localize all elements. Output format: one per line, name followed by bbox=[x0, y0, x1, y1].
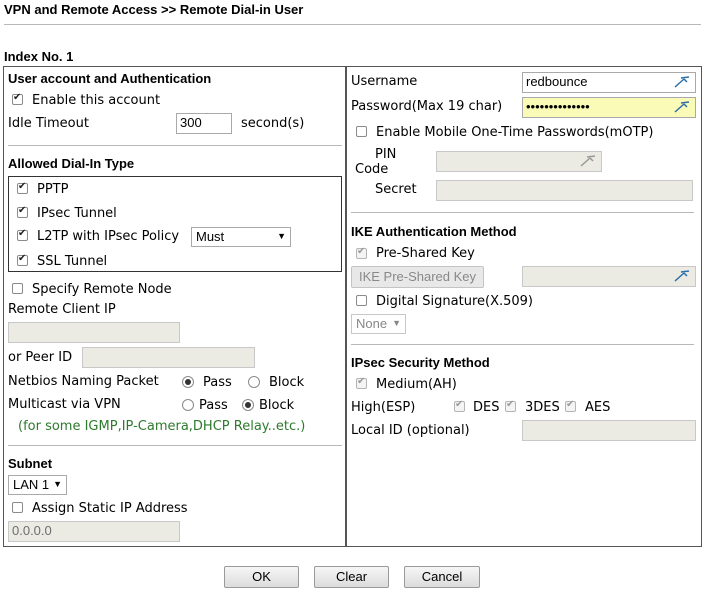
account-section-title: User account and Authentication bbox=[8, 71, 212, 86]
l2tp-policy-select[interactable]: Must ▼ bbox=[191, 227, 291, 247]
assign-static-label: Assign Static IP Address bbox=[32, 501, 188, 516]
index-label: Index No. 1 bbox=[4, 49, 74, 64]
local-id-label: Local ID (optional) bbox=[351, 423, 470, 438]
netbios-pass-label: Pass bbox=[203, 375, 232, 390]
key-icon[interactable] bbox=[674, 101, 690, 113]
enable-account-checkbox[interactable] bbox=[12, 92, 23, 105]
key-icon[interactable] bbox=[674, 76, 690, 88]
des-label: DES bbox=[473, 400, 500, 415]
page-title: VPN and Remote Access >> Remote Dial-in … bbox=[4, 2, 304, 17]
multicast-label: Multicast via VPN bbox=[8, 397, 121, 412]
remote-client-ip-label: Remote Client IP bbox=[8, 302, 116, 317]
multicast-block-radio[interactable] bbox=[242, 399, 254, 411]
digital-signature-checkbox[interactable] bbox=[356, 295, 367, 306]
username-value: redbounce bbox=[526, 74, 588, 89]
l2tp-policy-value: Must bbox=[196, 229, 225, 244]
ike-psk-button[interactable]: IKE Pre-Shared Key bbox=[351, 266, 484, 288]
key-icon bbox=[580, 155, 596, 167]
enable-account-label: Enable this account bbox=[32, 93, 161, 108]
pre-shared-key-label: Pre-Shared Key bbox=[376, 246, 475, 261]
username-label: Username bbox=[351, 74, 418, 89]
aes-label: AES bbox=[585, 400, 611, 415]
multicast-block-label: Block bbox=[259, 398, 295, 413]
multicast-note: (for some IGMP,IP-Camera,DHCP Relay..etc… bbox=[18, 419, 306, 434]
secret-input[interactable] bbox=[436, 180, 693, 201]
password-input[interactable]: •••••••••••••• bbox=[522, 97, 696, 118]
pin-label: PIN bbox=[375, 147, 397, 162]
netbios-pass-radio[interactable] bbox=[182, 376, 194, 388]
ok-button[interactable]: OK bbox=[224, 566, 299, 588]
password-value: •••••••••••••• bbox=[526, 99, 590, 114]
ssl-tunnel-label: SSL Tunnel bbox=[37, 254, 108, 269]
idle-timeout-input[interactable]: 300 bbox=[176, 113, 232, 134]
l2tp-label: L2TP with IPsec Policy bbox=[37, 229, 180, 244]
aes-checkbox[interactable] bbox=[565, 399, 576, 412]
specify-remote-node-checkbox[interactable] bbox=[12, 283, 23, 294]
left-divider-1 bbox=[8, 145, 342, 146]
subnet-select[interactable]: LAN 1 ▼ bbox=[8, 475, 67, 495]
motp-checkbox[interactable] bbox=[356, 126, 367, 137]
column-divider bbox=[345, 67, 347, 546]
idle-timeout-label: Idle Timeout bbox=[8, 116, 89, 131]
remote-client-ip-input[interactable] bbox=[8, 322, 180, 343]
netbios-label: Netbios Naming Packet bbox=[8, 374, 159, 389]
ike-section-title: IKE Authentication Method bbox=[351, 224, 517, 239]
pin-code-input[interactable] bbox=[436, 151, 602, 172]
peer-id-input[interactable] bbox=[82, 347, 255, 368]
digital-signature-label: Digital Signature(X.509) bbox=[376, 294, 534, 309]
title-divider bbox=[4, 24, 701, 25]
username-input[interactable]: redbounce bbox=[522, 72, 696, 93]
digital-signature-value: None bbox=[356, 316, 388, 331]
peer-id-label: or Peer ID bbox=[8, 350, 73, 365]
ipsec-tunnel-label: IPsec Tunnel bbox=[37, 206, 117, 221]
motp-label: Enable Mobile One-Time Passwords(mOTP) bbox=[376, 125, 654, 140]
clear-button[interactable]: Clear bbox=[314, 566, 389, 588]
3des-checkbox[interactable] bbox=[505, 399, 516, 412]
digital-signature-select[interactable]: None ▼ bbox=[351, 314, 406, 334]
idle-timeout-unit: second(s) bbox=[241, 116, 305, 131]
chevron-down-icon: ▼ bbox=[53, 479, 62, 489]
code-label: Code bbox=[355, 162, 389, 177]
secret-label: Secret bbox=[375, 182, 417, 197]
subnet-value: LAN 1 bbox=[13, 477, 50, 492]
3des-label: 3DES bbox=[525, 400, 560, 415]
medium-ah-label: Medium(AH) bbox=[376, 377, 457, 392]
l2tp-checkbox[interactable] bbox=[17, 228, 28, 241]
chevron-down-icon: ▼ bbox=[392, 318, 401, 328]
chevron-down-icon: ▼ bbox=[277, 231, 286, 241]
ipsec-tunnel-checkbox[interactable] bbox=[17, 205, 28, 218]
key-icon[interactable] bbox=[674, 270, 690, 282]
right-divider-1 bbox=[351, 212, 694, 213]
multicast-pass-label: Pass bbox=[199, 398, 228, 413]
left-divider-2 bbox=[8, 445, 342, 446]
specify-remote-node-label: Specify Remote Node bbox=[32, 282, 172, 297]
pptp-label: PPTP bbox=[37, 182, 69, 197]
high-esp-label: High(ESP) bbox=[351, 400, 416, 415]
dialin-section-title: Allowed Dial-In Type bbox=[8, 156, 135, 171]
subnet-section-title: Subnet bbox=[8, 456, 53, 471]
des-checkbox[interactable] bbox=[454, 399, 465, 412]
medium-ah-checkbox[interactable] bbox=[356, 376, 367, 389]
netbios-block-radio[interactable] bbox=[248, 376, 260, 388]
assign-static-checkbox[interactable] bbox=[12, 502, 23, 513]
netbios-block-label: Block bbox=[269, 375, 305, 390]
password-label: Password(Max 19 char) bbox=[351, 99, 503, 114]
multicast-pass-radio[interactable] bbox=[182, 399, 194, 411]
ipsec-section-title: IPsec Security Method bbox=[351, 355, 490, 370]
cancel-button[interactable]: Cancel bbox=[404, 566, 480, 588]
pre-shared-key-checkbox[interactable] bbox=[356, 246, 367, 259]
static-ip-input[interactable]: 0.0.0.0 bbox=[8, 521, 180, 542]
ike-psk-input[interactable] bbox=[522, 266, 696, 287]
ssl-tunnel-checkbox[interactable] bbox=[17, 253, 28, 266]
pptp-checkbox[interactable] bbox=[17, 181, 28, 194]
right-divider-2 bbox=[351, 344, 694, 345]
local-id-input[interactable] bbox=[522, 420, 696, 441]
